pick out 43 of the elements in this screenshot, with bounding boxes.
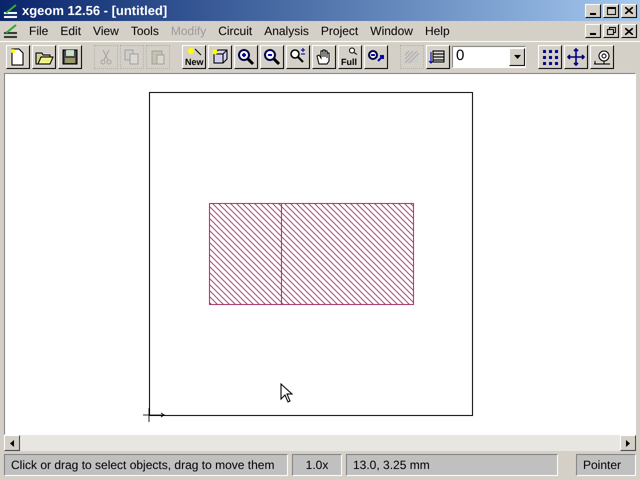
restore-icon bbox=[606, 27, 616, 35]
toolbar-button[interactable]: New bbox=[182, 44, 206, 68]
document-icon bbox=[3, 23, 19, 39]
close-icon bbox=[625, 7, 633, 14]
menu-item[interactable]: Project bbox=[314, 22, 364, 40]
close-button[interactable] bbox=[621, 4, 637, 18]
cursor-coordinates: 13.0, 3.25 mm bbox=[346, 454, 558, 476]
close-icon bbox=[625, 28, 633, 34]
menu-item[interactable]: Help bbox=[418, 22, 456, 40]
scroll-left-button[interactable] bbox=[4, 435, 20, 451]
menu-item[interactable]: Tools bbox=[124, 22, 165, 40]
zoom-level: 1.0x bbox=[292, 454, 342, 476]
origin-marker bbox=[142, 408, 166, 422]
menu-item[interactable]: Analysis bbox=[258, 22, 315, 40]
status-message: Click or drag to select objects, drag to move them bbox=[4, 454, 288, 476]
right-arrow-icon bbox=[626, 440, 630, 446]
drawing-canvas[interactable] bbox=[4, 73, 636, 435]
horizontal-scrollbar[interactable] bbox=[4, 435, 636, 451]
menu-item[interactable]: Circuit bbox=[212, 22, 258, 40]
cube-icon bbox=[210, 46, 230, 66]
layer-dropdown[interactable]: 0 bbox=[452, 46, 526, 68]
minimize-button[interactable] bbox=[585, 24, 601, 38]
move-arrows-icon bbox=[566, 46, 586, 66]
hatched-rectangle[interactable] bbox=[281, 203, 414, 305]
menu-item[interactable]: Edit bbox=[54, 22, 88, 40]
menu-item[interactable]: Window bbox=[364, 22, 419, 40]
toolbar-button[interactable]: Full bbox=[338, 44, 362, 68]
zoom-out-icon bbox=[262, 46, 282, 66]
window-title: xgeom 12.56 - [untitled] bbox=[22, 2, 168, 20]
close-button[interactable] bbox=[621, 24, 637, 38]
minimize-button[interactable] bbox=[585, 4, 601, 18]
maximize-button[interactable] bbox=[603, 4, 619, 18]
restore-button[interactable] bbox=[603, 24, 619, 38]
left-arrow-icon bbox=[10, 440, 14, 446]
hatched-rectangle[interactable] bbox=[209, 203, 282, 305]
tool-mode: Pointer bbox=[576, 454, 636, 476]
magnifier-icon bbox=[349, 46, 358, 56]
app-icon bbox=[3, 2, 19, 18]
menu-item[interactable]: View bbox=[87, 22, 125, 40]
zoom-in-icon bbox=[236, 46, 256, 66]
menu-item[interactable]: File bbox=[23, 22, 54, 40]
mouse-cursor-icon bbox=[280, 382, 294, 403]
scroll-right-button[interactable] bbox=[620, 435, 636, 451]
